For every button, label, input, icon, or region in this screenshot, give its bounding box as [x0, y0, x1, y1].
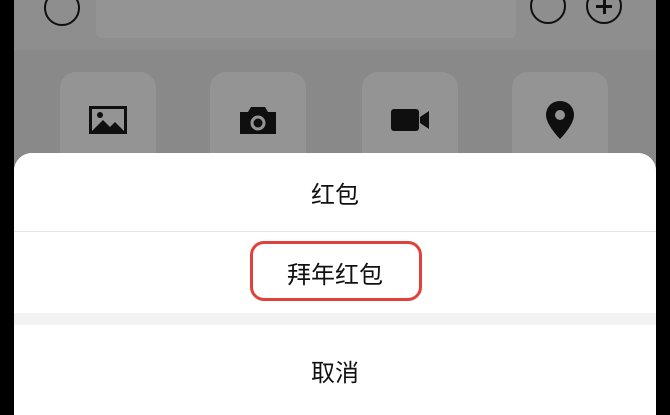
red-packet-label: 红包 — [311, 180, 359, 209]
red-packet-option[interactable]: 红包 — [14, 153, 656, 232]
chat-screen: 红包 拜年红包 取消 — [14, 0, 656, 415]
highlight-annotation — [250, 241, 422, 301]
sheet-divider-gap — [14, 313, 656, 325]
cancel-label: 取消 — [311, 358, 359, 387]
action-sheet: 红包 拜年红包 取消 — [14, 153, 656, 415]
cancel-button[interactable]: 取消 — [14, 325, 656, 415]
